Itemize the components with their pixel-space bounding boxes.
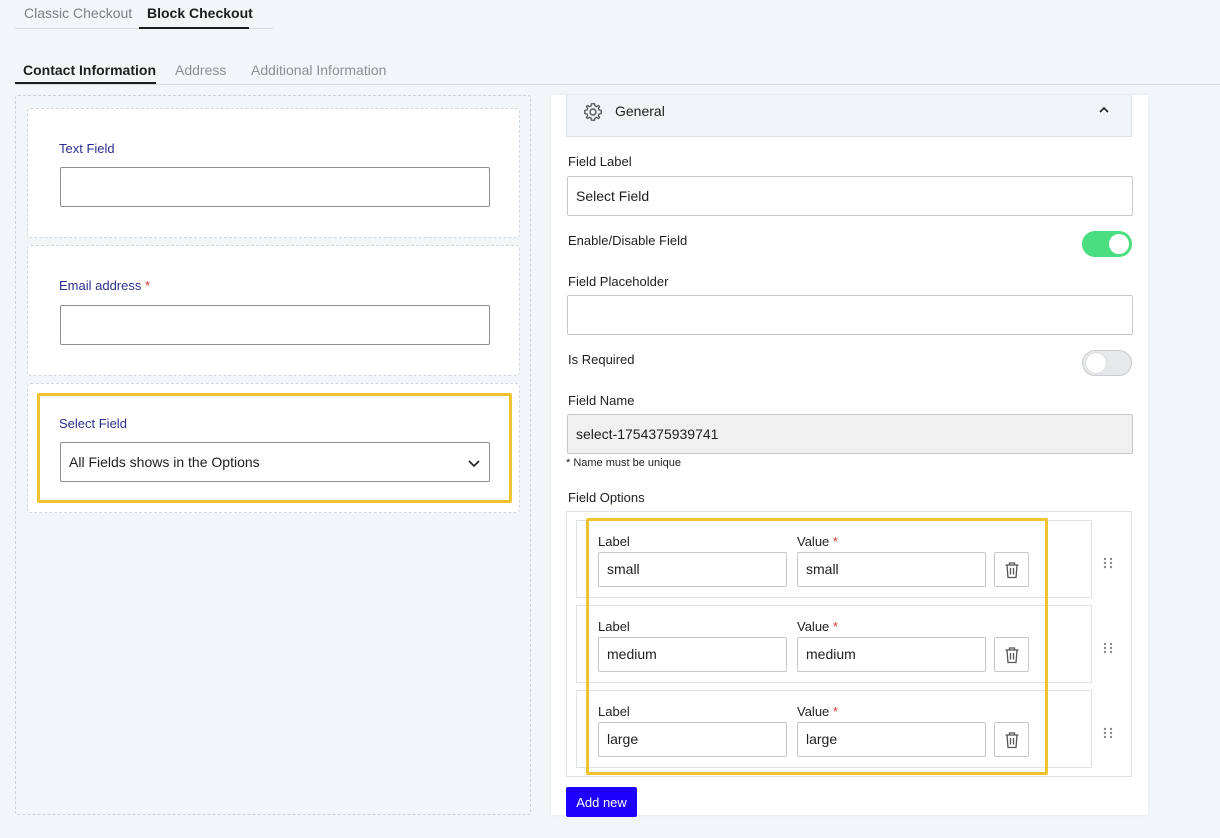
field-card-email[interactable]: Email address * [27,245,520,376]
is-required-toggle[interactable] [1082,350,1132,376]
delete-option-button[interactable] [994,637,1029,672]
field-label-heading: Field Label [568,154,632,169]
option-label-input[interactable]: large [598,722,787,757]
field-options-heading: Field Options [568,490,645,505]
active-tab-indicator [139,27,249,29]
option-label-input[interactable]: small [598,552,787,587]
option-label-heading: Label [598,619,630,634]
section-tabs: Contact Information Address Additional I… [15,55,1220,85]
field-name-heading: Field Name [568,393,635,408]
trash-icon [1005,731,1018,748]
field-card-select[interactable]: Select Field All Fields shows in the Opt… [27,383,520,513]
add-new-option-button[interactable]: Add new [566,787,637,817]
option-value-heading: Value * [797,619,838,634]
is-required-label: Is Required [568,352,635,367]
gear-icon [584,103,602,121]
tab-address[interactable]: Address [175,62,226,78]
active-section-indicator [15,82,156,84]
drag-handle-icon[interactable] [1101,556,1115,570]
toggle-knob [1086,353,1106,373]
form-builder-canvas: Text Field Email address * Select Field … [15,95,531,815]
field-settings-panel: General Field Label Select Field Enable/… [551,95,1148,817]
option-value-heading: Value * [797,704,838,719]
field-placeholder-input[interactable] [567,295,1133,335]
email-field-input[interactable] [60,305,490,345]
field-label-input[interactable]: Select Field [567,176,1133,216]
enable-disable-label: Enable/Disable Field [568,233,688,248]
option-value-input[interactable]: large [797,722,986,757]
option-value-input[interactable]: small [797,552,986,587]
option-row: Label Value * large large [576,690,1092,768]
tab-additional-information[interactable]: Additional Information [251,62,386,78]
select-field-dropdown[interactable]: All Fields shows in the Options [60,442,490,482]
required-marker: * [145,278,151,293]
field-placeholder-heading: Field Placeholder [568,274,669,289]
tab-contact-information[interactable]: Contact Information [23,62,156,78]
enable-disable-toggle[interactable] [1082,231,1132,257]
option-row: Label Value * small small [576,520,1092,598]
drag-handle-icon[interactable] [1101,641,1115,655]
delete-option-button[interactable] [994,722,1029,757]
trash-icon [1005,646,1018,663]
option-row: Label Value * medium medium [576,605,1092,683]
option-label-heading: Label [598,534,630,549]
checkout-type-tabs: Classic Checkout Block Checkout [15,0,273,29]
select-value: All Fields shows in the Options [69,454,260,470]
field-label: Select Field [59,416,127,431]
trash-icon [1005,561,1018,578]
option-value-input[interactable]: medium [797,637,986,672]
drag-handle-icon[interactable] [1101,726,1115,740]
chevron-down-icon [468,460,480,468]
field-name-input: select-1754375939741 [567,414,1133,454]
delete-option-button[interactable] [994,552,1029,587]
general-section-header[interactable]: General [566,95,1132,137]
tab-classic-checkout[interactable]: Classic Checkout [24,5,132,21]
tab-block-checkout[interactable]: Block Checkout [147,5,253,21]
general-section-title: General [615,103,665,119]
field-options-list: Label Value * small small Label Value * … [566,511,1132,777]
field-label: Email address * [59,278,151,293]
field-label: Text Field [59,141,115,156]
field-name-note: * Name must be unique [566,457,681,469]
option-value-heading: Value * [797,534,838,549]
chevron-up-icon[interactable] [1097,103,1111,117]
text-field-input[interactable] [60,167,490,207]
field-card-text[interactable]: Text Field [27,108,520,238]
option-label-heading: Label [598,704,630,719]
toggle-knob [1109,234,1129,254]
option-label-input[interactable]: medium [598,637,787,672]
